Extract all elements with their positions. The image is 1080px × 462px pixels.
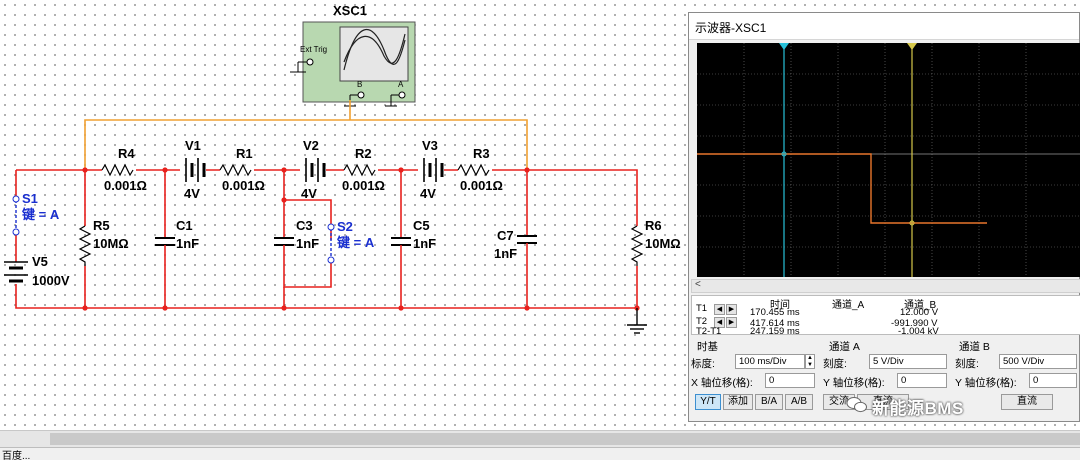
channel-a-scale-input[interactable]: 5 V/Div xyxy=(869,354,947,369)
meas-header-ch-a: 通道_A xyxy=(832,300,865,311)
circuit-diagram: XSC1 Ext Trig B A R4 0.001Ω R1 0.001Ω R2… xyxy=(4,3,681,334)
r3-label: R3 xyxy=(473,146,490,161)
v2-value: 4V xyxy=(301,186,317,201)
channel-b-terminal-label: B xyxy=(357,80,362,89)
switch-s1-symbol[interactable] xyxy=(12,195,20,236)
ab-mode-button[interactable]: A/B xyxy=(785,394,813,410)
channel-a-y-offset-input[interactable]: 0 xyxy=(897,373,947,388)
ext-trig-terminal[interactable] xyxy=(306,58,314,66)
s2-label: S2 xyxy=(337,219,353,234)
r1-label: R1 xyxy=(236,146,253,161)
v5-value: 1000V xyxy=(32,273,70,288)
r4-label: R4 xyxy=(118,146,135,161)
yt-mode-button[interactable]: Y/T xyxy=(695,394,721,410)
s1-label: S1 xyxy=(22,191,38,206)
channel-b-title: 通道 B xyxy=(959,341,990,353)
battery-symbols xyxy=(4,158,444,283)
ext-trig-label: Ext Trig xyxy=(300,45,327,54)
screen-bg xyxy=(697,43,1080,277)
switch-s2-symbol[interactable] xyxy=(327,223,335,264)
r3-value: 0.001Ω xyxy=(460,178,503,193)
channel-b-y-offset-input[interactable]: 0 xyxy=(1029,373,1077,388)
c1-value: 1nF xyxy=(176,236,199,251)
c5-label: C5 xyxy=(413,218,430,233)
c1-label: C1 xyxy=(176,218,193,233)
scope-icon-screen xyxy=(339,26,409,82)
channel-b-terminal[interactable] xyxy=(357,91,365,99)
add-mode-button[interactable]: 添加 xyxy=(723,394,753,410)
t1-ch-b: 12.000 V xyxy=(900,307,939,318)
c7-value: 1nF xyxy=(494,246,517,261)
r2-label: R2 xyxy=(355,146,372,161)
r5-value: 10MΩ xyxy=(93,236,129,251)
c5-value: 1nF xyxy=(413,236,436,251)
t1-time: 170.455 ms xyxy=(750,307,800,318)
watermark-text: 新能源BMS xyxy=(872,399,964,418)
timebase-scale-spinner-icon[interactable]: ▲ ▼ xyxy=(805,354,815,369)
row-t1-label: T1 xyxy=(696,303,708,314)
s1-key: 键 = A xyxy=(21,207,60,222)
t1-left-arrow-icon[interactable]: ◀ xyxy=(714,304,725,315)
v1-label: V1 xyxy=(185,138,201,153)
channel-b-scale-input[interactable]: 500 V/Div xyxy=(999,354,1077,369)
oscilloscope-screen[interactable] xyxy=(697,43,1080,277)
oscilloscope-titlebar[interactable]: 示波器-XSC1 xyxy=(689,13,1079,40)
channel-a-y-offset-label: Y 轴位移(格): xyxy=(823,377,885,389)
channel-b-dc-button[interactable]: 直流 xyxy=(1001,394,1053,410)
scroll-left-icon[interactable]: < xyxy=(695,279,701,290)
v2-label: V2 xyxy=(303,138,319,153)
c3-label: C3 xyxy=(296,218,313,233)
ground-icon xyxy=(627,308,647,334)
status-text: 百度... xyxy=(2,451,31,462)
scrollbar-thumb[interactable] xyxy=(50,433,1080,445)
s2-key: 键 = A xyxy=(336,235,375,250)
c3-value: 1nF xyxy=(296,236,319,251)
channel-b-scale-label: 刻度: xyxy=(955,358,979,370)
r5-label: R5 xyxy=(93,218,110,233)
channel-a-title: 通道 A xyxy=(829,341,860,353)
timebase-title: 时基 xyxy=(697,341,718,353)
v3-label: V3 xyxy=(422,138,438,153)
channel-b-y-offset-label: Y 轴位移(格): xyxy=(955,377,1017,389)
ba-mode-button[interactable]: B/A xyxy=(755,394,783,410)
timebase-scale-label: 标度: xyxy=(691,358,715,370)
status-bar: 百度... xyxy=(0,447,1080,462)
v3-value: 4V xyxy=(420,186,436,201)
c7-label: C7 xyxy=(497,228,514,243)
t1-right-arrow-icon[interactable]: ▶ xyxy=(726,304,737,315)
screen-scrollbar[interactable]: < xyxy=(691,279,1080,293)
channel-a-terminal-label: A xyxy=(398,80,404,89)
t2-t1-time: 247.159 ms xyxy=(750,326,800,337)
canvas-horizontal-scrollbar[interactable] xyxy=(0,430,1080,447)
timebase-scale-input[interactable]: 100 ms/Div xyxy=(735,354,805,369)
wechat-icon xyxy=(846,397,867,413)
r2-value: 0.001Ω xyxy=(342,178,385,193)
t2-right-arrow-icon[interactable]: ▶ xyxy=(726,317,737,328)
v1-value: 4V xyxy=(184,186,200,201)
oscilloscope-window[interactable]: 示波器-XSC1 < 时间 通道_A 通道_B T1 ◀ ▶ 170.455 ms… xyxy=(688,12,1080,422)
row-t2-t1-label: T2-T1 xyxy=(696,326,722,337)
scope-ref-label: XSC1 xyxy=(333,3,367,18)
measurement-table: 时间 通道_A 通道_B T1 ◀ ▶ 170.455 ms 12.000 V T… xyxy=(691,295,1080,337)
oscilloscope-title: 示波器-XSC1 xyxy=(695,21,767,35)
t2-t1-ch-b: -1.004 kV xyxy=(898,326,939,337)
x-offset-input[interactable]: 0 xyxy=(765,373,815,388)
v5-label: V5 xyxy=(32,254,48,269)
r6-label: R6 xyxy=(645,218,662,233)
r4-value: 0.001Ω xyxy=(104,178,147,193)
r1-value: 0.001Ω xyxy=(222,178,265,193)
x-offset-label: X 轴位移(格): xyxy=(691,377,753,389)
channel-a-scale-label: 刻度: xyxy=(823,358,847,370)
channel-a-terminal[interactable] xyxy=(398,91,406,99)
r6-value: 10MΩ xyxy=(645,236,681,251)
